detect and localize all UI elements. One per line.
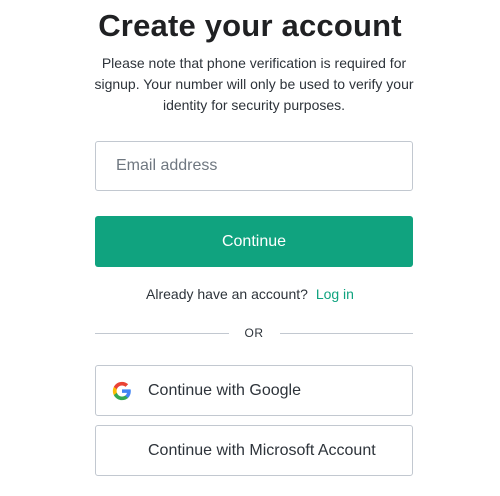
divider-line-left	[95, 332, 229, 334]
google-logo-svg	[112, 381, 131, 400]
microsoft-button-label: Continue with Microsoft Account	[148, 441, 376, 459]
or-divider: OR	[95, 325, 413, 341]
divider-label: OR	[244, 326, 264, 340]
continue-with-microsoft-button[interactable]: Continue with Microsoft Account	[95, 425, 413, 476]
email-field[interactable]	[95, 141, 413, 191]
google-logo-icon	[112, 381, 132, 401]
continue-with-google-button[interactable]: Continue with Google	[95, 365, 413, 416]
phone-verification-notice: Please note that phone verification is r…	[94, 55, 414, 113]
divider-line-right	[279, 332, 413, 334]
signup-page: Create your account Please note that pho…	[0, 0, 500, 496]
login-prompt-text: Already have an account?	[146, 286, 308, 302]
page-title: Create your account	[98, 8, 402, 43]
continue-button[interactable]: Continue	[95, 216, 413, 267]
login-link[interactable]: Log in	[316, 286, 354, 302]
google-button-label: Continue with Google	[148, 381, 301, 399]
microsoft-logo-icon	[112, 441, 132, 461]
login-prompt: Already have an account? Log in	[0, 286, 500, 302]
